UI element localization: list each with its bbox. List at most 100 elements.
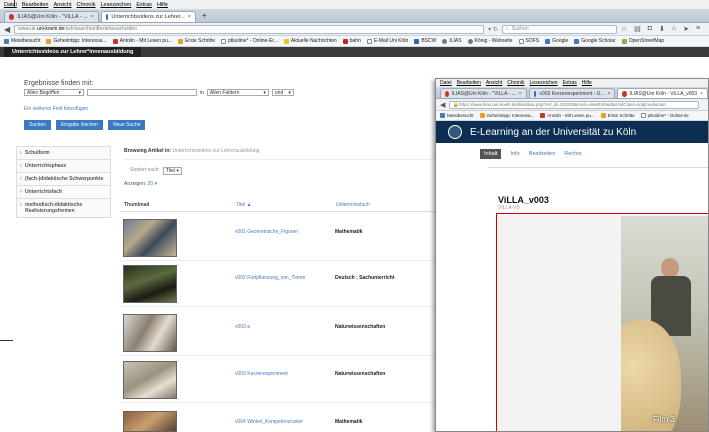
thumbnail-image[interactable] — [123, 219, 177, 257]
search-button[interactable]: Suchen — [24, 120, 51, 130]
thumbnail-image[interactable] — [123, 361, 177, 399]
menu-ansicht[interactable]: Ansicht — [53, 2, 71, 8]
bookmark-star-icon[interactable]: ☆ — [621, 25, 627, 33]
menu-chronik[interactable]: Chronik — [507, 80, 524, 86]
thumbnail-image[interactable] — [123, 314, 177, 352]
bookmark-erste-schritte[interactable]: Erste Schritte — [600, 113, 635, 118]
search-form: Allen Begriffen ▾ in Allen Feldern ▾ und ▾ — [24, 89, 294, 96]
new-search-button[interactable]: Neue Suche — [107, 120, 146, 130]
bookmark-koenig[interactable]: König - Webseite — [467, 38, 513, 44]
result-title-link[interactable]: v003 Kerzenexperiment — [235, 371, 288, 377]
bookmark-meistbesucht[interactable]: Meistbesucht — [4, 38, 40, 44]
facet-unterrichtsfach[interactable]: Unterrichtsfach — [17, 186, 110, 199]
university-logo-icon[interactable] — [448, 125, 462, 139]
thumbnail-image[interactable] — [123, 411, 177, 432]
sort-select[interactable]: Titel ▾ — [162, 167, 182, 175]
menu-bearbeiten[interactable]: Bearbeiten — [22, 2, 49, 8]
col-subject-header[interactable]: Unterrichtsfach — [336, 202, 370, 208]
back-icon[interactable]: ◀ — [4, 25, 10, 34]
tab-ilias[interactable]: ILIAS@Uni Köln - "ViLLA - ... × — [440, 88, 527, 98]
tab-bearbeiten[interactable]: Bearbeiten — [529, 151, 556, 159]
menu-extras[interactable]: Extras — [136, 2, 152, 8]
bookmark-email[interactable]: E-Mail Uni Köln — [366, 38, 408, 44]
menu-bar: Datei Bearbeiten Ansicht Chronik Lesezei… — [0, 0, 709, 9]
media-title: ViLLA_v003 — [498, 195, 549, 205]
menu-ansicht[interactable]: Ansicht — [486, 80, 502, 86]
tab-inhalt[interactable]: Inhalt — [480, 149, 502, 159]
video-player[interactable]: Film 3 — [621, 216, 708, 431]
page-size-select[interactable]: 20 ▾ — [148, 181, 157, 187]
tab-villa-v003[interactable]: ILIAS@Uni Köln - ViLLA_v003 × — [617, 88, 708, 98]
col-title-header[interactable]: Titel ▲ — [236, 202, 252, 208]
bookmark-sofs[interactable]: SOFS — [518, 38, 539, 44]
download-icon[interactable]: ⬇ — [659, 25, 665, 33]
tab-unterrichtsvideos[interactable]: Unterrichtsvideos zur Lehrer... × — [101, 11, 196, 22]
result-title-link[interactable]: v001 Geometrische_Figuren — [235, 229, 298, 235]
add-field-link[interactable]: Ein weiteres Feld hinzufügen — [24, 106, 88, 112]
bookmark-erste-schritte[interactable]: Erste Schritte — [178, 38, 215, 44]
new-tab-icon[interactable]: + — [198, 11, 211, 20]
result-title-link[interactable]: v002 Fortpflanzung_von_Tieren — [235, 275, 305, 281]
url-bar-2[interactable]: 🔒 https://www.ilias.uni-koeln.de/ilias/i… — [449, 100, 700, 109]
close-tab-icon[interactable]: × — [91, 14, 94, 20]
result-title-link[interactable]: v003 a — [235, 324, 250, 330]
menu-chronik[interactable]: Chronik — [77, 2, 96, 8]
menu-extras[interactable]: Extras — [563, 80, 577, 86]
term-mode-select[interactable]: Allen Begriffen ▾ — [24, 89, 84, 96]
reload-icon[interactable]: ▾ ↻ — [488, 26, 498, 33]
menu-bar-2: Datei Bearbeiten Ansicht Chronik Lesezei… — [436, 79, 708, 87]
bookmark-google-scholar[interactable]: Google Scholar — [574, 38, 616, 44]
url-bar[interactable]: www.uk-uni-koeln.de/ssh/search/unflexier… — [14, 24, 485, 34]
menu-bearbeiten[interactable]: Bearbeiten — [457, 80, 481, 86]
menu-datei[interactable]: Datei — [440, 80, 452, 86]
operator-select[interactable]: und ▾ — [271, 89, 294, 96]
search-term-input[interactable] — [87, 89, 197, 96]
thumbnail-image[interactable] — [123, 265, 177, 303]
tab-info[interactable]: Info — [510, 151, 519, 159]
tab-rechte[interactable]: Rechte — [564, 151, 581, 159]
bookmark-plusline[interactable]: ptlusline* - Online-Er — [640, 113, 689, 118]
library-icon[interactable]: ▤ — [634, 25, 641, 33]
back-icon[interactable]: ◀ — [440, 101, 445, 109]
menu-lesezeichen[interactable]: Lesezeichen — [530, 80, 558, 86]
bookmark-geheimtipp[interactable]: Geheimtipp: Interessa... — [46, 38, 107, 44]
bookmark-bscw[interactable]: BSCW — [414, 38, 436, 44]
bookmarks-toolbar-2: Meistbesucht Geheimtipp: Interessa... An… — [436, 111, 708, 121]
facet-realisierungsformen[interactable]: methodisch-didaktische Realisierungsform… — [17, 199, 110, 217]
tab-ilias[interactable]: ILIAS@Uni Köln - "ViLLA - ... × — [4, 11, 99, 22]
url-domain: uni-koeln.de — [37, 26, 65, 32]
menu-hilfe[interactable]: Hilfe — [582, 80, 592, 86]
home-icon[interactable]: ⌂ — [672, 25, 676, 33]
bookmark-antolin[interactable]: Antolin - Mit Lesen pu... — [540, 113, 595, 118]
bookmark-ilias[interactable]: ILIAS — [442, 38, 462, 44]
bookmark-openstreetmap[interactable]: OpenStreetMap — [621, 38, 664, 44]
search-field[interactable]: ⌕ Suchen — [501, 24, 617, 34]
content-tabs: Inhalt Info Bearbeiten Rechte — [436, 143, 708, 159]
close-tab-icon[interactable]: × — [188, 14, 191, 20]
menu-lesezeichen[interactable]: Lesezeichen — [100, 2, 131, 8]
bookmark-geheimtipp[interactable]: Geheimtipp: Interessa... — [479, 113, 534, 118]
bookmark-meistbesucht[interactable]: Meistbesucht — [440, 113, 474, 118]
table-row: v003 Kerzenexperiment Naturwissenschafte… — [120, 357, 440, 403]
bookmark-bahn[interactable]: bahn — [342, 38, 361, 44]
chevron-down-icon: ▾ — [288, 89, 291, 96]
reset-button[interactable]: Eingabe löschen — [55, 120, 103, 130]
pocket-icon[interactable]: ◘ — [648, 25, 652, 33]
facet-schwerpunkte[interactable]: (fach-)didaktische Schwerpunkte — [17, 173, 110, 186]
tab-kerzenexperiment[interactable]: v003 Kerzenexperiment - U... × — [528, 88, 616, 98]
menu-hilfe[interactable]: Hilfe — [157, 2, 168, 8]
bookmark-plusline[interactable]: ptlusline* - Online-Er... — [221, 38, 278, 44]
field-select[interactable]: Allen Feldern ▾ — [206, 89, 269, 96]
bookmark-antolin[interactable]: Antolin - Mit Lesen pu... — [112, 38, 172, 44]
search-placeholder: Suchen — [511, 26, 529, 32]
navigation-toolbar: ◀ www.uk-uni-koeln.de/ssh/search/unflexi… — [0, 23, 709, 36]
share-icon[interactable]: ➤ — [683, 25, 689, 33]
facet-schulform[interactable]: Schulform — [17, 147, 110, 160]
url-text: https://www.ilias.uni-koeln.de/ilias/ili… — [459, 102, 666, 107]
result-title-link[interactable]: v004 Winkel_Kompetenzraster — [235, 419, 303, 425]
menu-icon[interactable]: ≡ — [696, 25, 700, 33]
bookmark-nachrichten[interactable]: Aktuelle Nachrichten — [283, 38, 337, 44]
facet-unterrichtsphase[interactable]: Unterrichtsphase — [17, 160, 110, 173]
bookmark-google[interactable]: Google — [545, 38, 568, 44]
site-title[interactable]: Unterrichtsvideos zur Lehrer*innenausbil… — [4, 47, 142, 57]
